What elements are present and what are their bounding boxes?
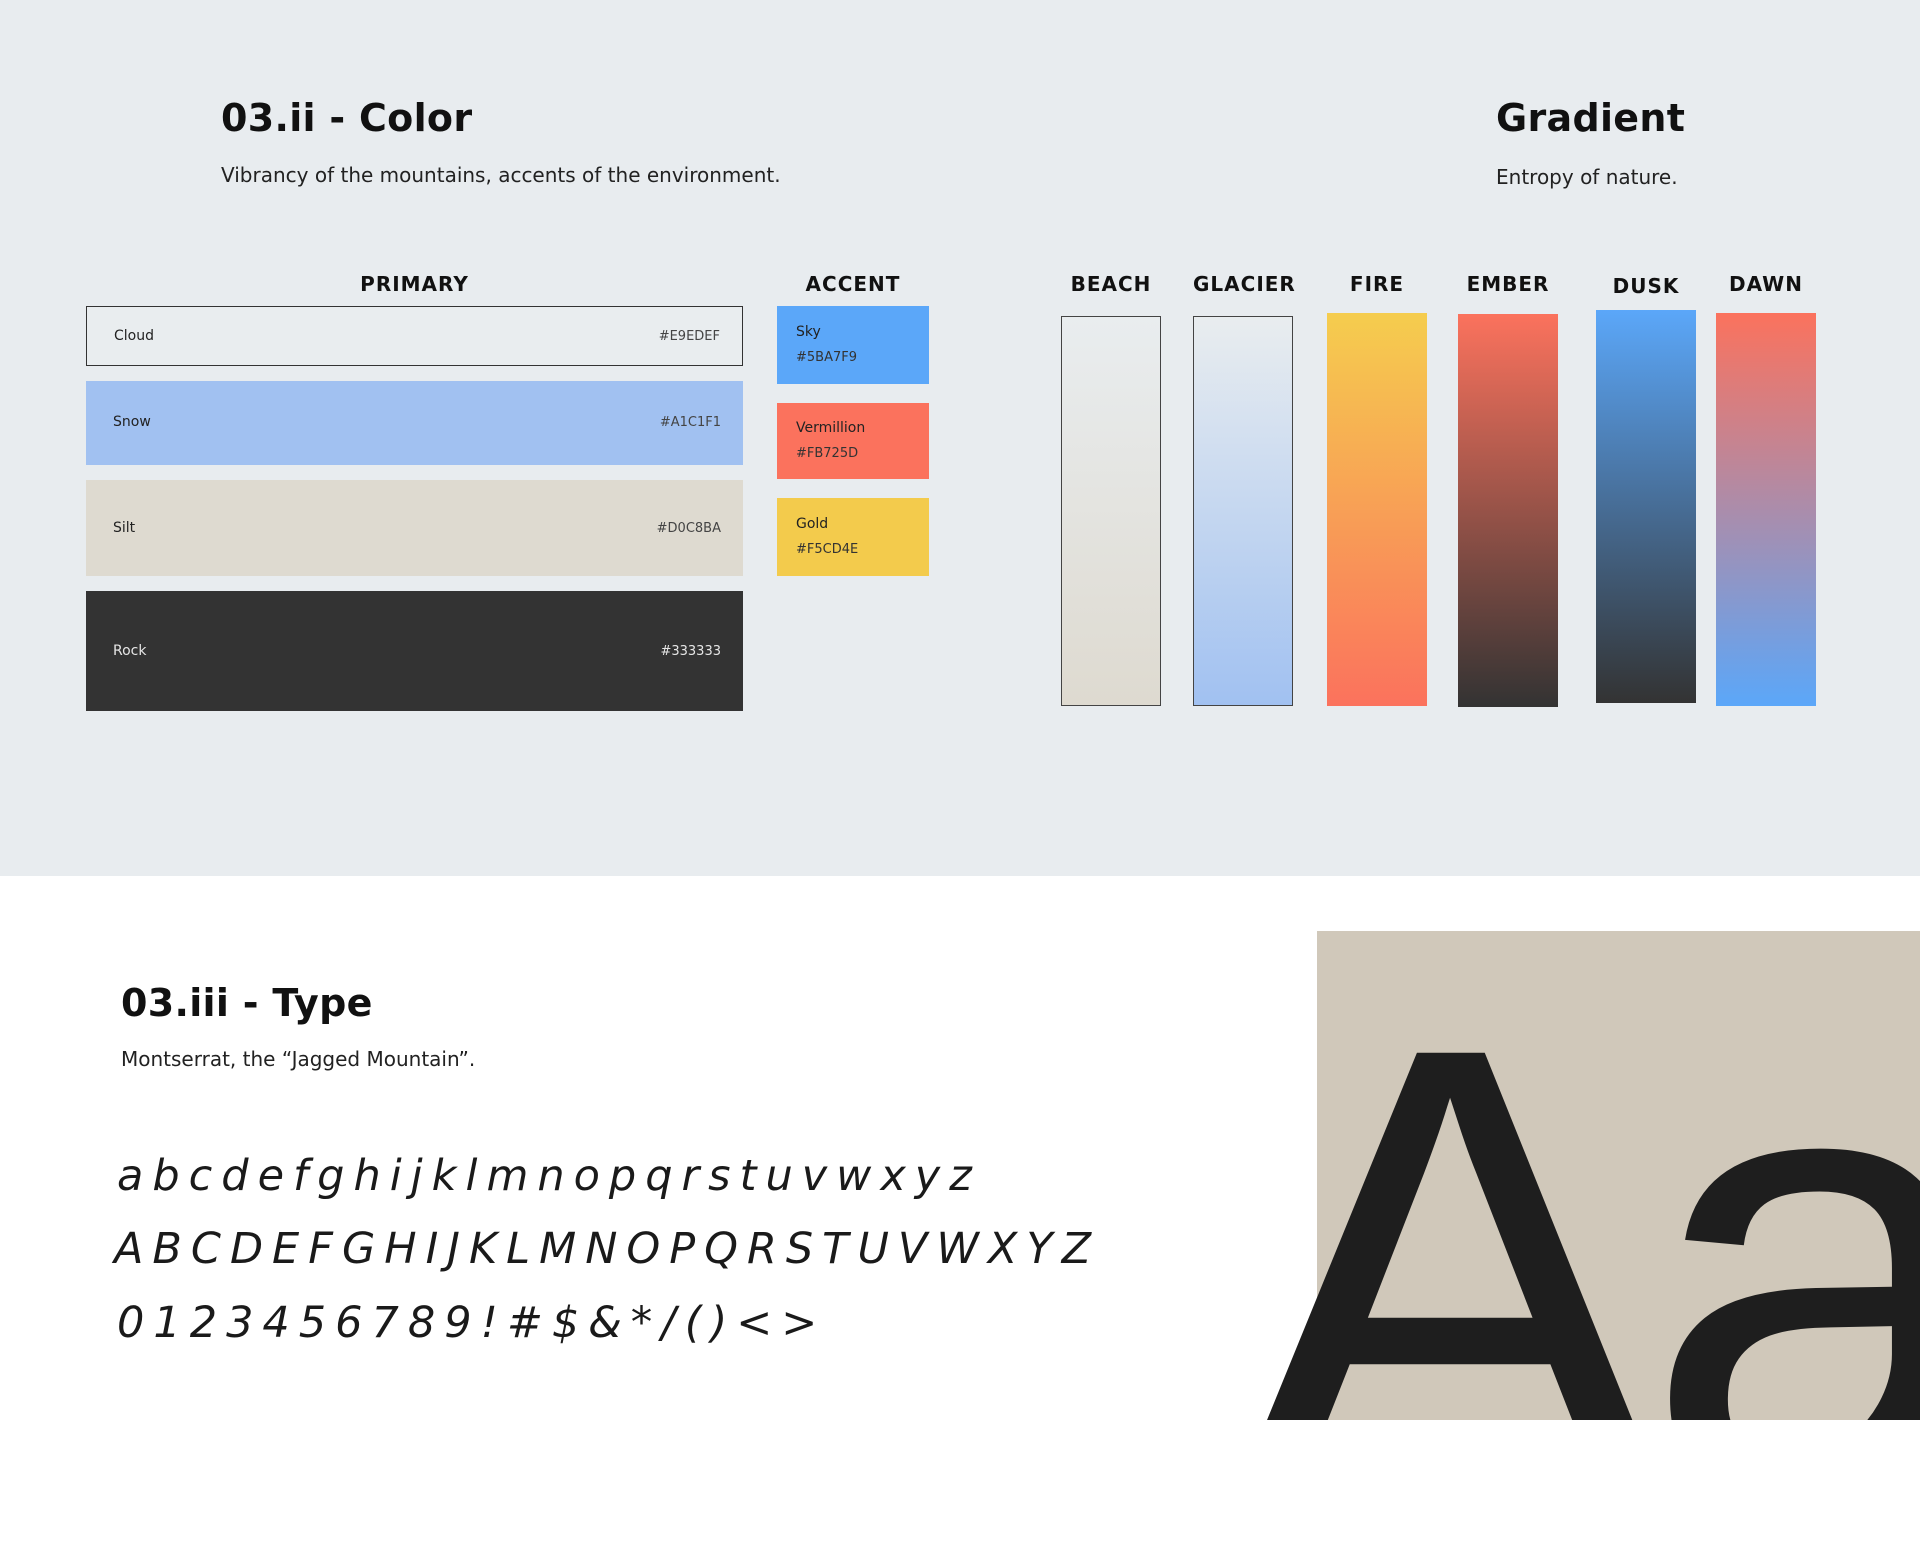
specimen-numerals: 0123456789!#$&*/()<> xyxy=(117,1298,827,1348)
swatch-name: Silt xyxy=(113,520,136,536)
swatch-cloud: Cloud #E9EDEF xyxy=(86,306,743,366)
gradient-bar-dawn xyxy=(1716,313,1816,706)
swatch-vermillion: Vermillion #FB725D xyxy=(777,403,929,479)
specimen-lowercase: abcdefghijklmnopqrstuvwxyz xyxy=(117,1151,981,1201)
swatch-sky: Sky #5BA7F9 xyxy=(777,306,929,384)
swatch-name: Snow xyxy=(113,414,151,430)
gradient-label-fire: FIRE xyxy=(1349,272,1405,296)
gradient-label-dawn: DAWN xyxy=(1729,272,1803,296)
swatch-hex: #F5CD4E xyxy=(796,542,859,557)
gradient-label-dusk: DUSK xyxy=(1612,274,1680,298)
type-section-title: 03.iii - Type xyxy=(121,981,373,1025)
color-section-title: 03.ii - Color xyxy=(221,96,473,140)
gradient-section-subtitle: Entropy of nature. xyxy=(1496,165,1678,189)
swatch-rock: Rock #333333 xyxy=(86,591,743,711)
swatch-hex: #FB725D xyxy=(796,446,859,461)
swatch-hex: #333333 xyxy=(660,644,721,659)
specimen-uppercase: ABCDEFGHIJKLMNOPQRSTUVWXYZ xyxy=(114,1224,1101,1274)
color-section-subtitle: Vibrancy of the mountains, accents of th… xyxy=(221,163,781,187)
swatch-name: Vermillion xyxy=(796,420,866,436)
gradient-bar-glacier xyxy=(1193,316,1293,706)
swatch-name: Sky xyxy=(796,324,821,340)
accent-heading: ACCENT xyxy=(805,272,901,296)
swatch-hex: #A1C1F1 xyxy=(659,415,721,430)
swatch-name: Cloud xyxy=(114,328,154,344)
gradient-section-title: Gradient xyxy=(1496,96,1686,140)
gradient-bar-beach xyxy=(1061,316,1161,706)
gradient-bar-fire xyxy=(1327,313,1427,706)
swatch-name: Gold xyxy=(796,516,829,532)
gradient-label-ember: EMBER xyxy=(1466,272,1550,296)
swatch-silt: Silt #D0C8BA xyxy=(86,480,743,576)
primary-heading: PRIMARY xyxy=(360,272,469,296)
swatch-snow: Snow #A1C1F1 xyxy=(86,381,743,465)
type-section-subtitle: Montserrat, the “Jagged Mountain”. xyxy=(121,1047,476,1071)
gradient-label-beach: BEACH xyxy=(1070,272,1152,296)
swatch-hex: #5BA7F9 xyxy=(796,350,857,365)
swatch-gold: Gold #F5CD4E xyxy=(777,498,929,576)
gradient-label-glacier: GLACIER xyxy=(1193,272,1296,296)
specimen-aa: Aa xyxy=(1236,952,1920,1420)
gradient-bar-ember xyxy=(1458,314,1558,707)
gradient-bar-dusk xyxy=(1596,310,1696,703)
swatch-hex: #E9EDEF xyxy=(658,329,720,344)
swatch-name: Rock xyxy=(113,643,147,659)
swatch-hex: #D0C8BA xyxy=(656,521,721,536)
